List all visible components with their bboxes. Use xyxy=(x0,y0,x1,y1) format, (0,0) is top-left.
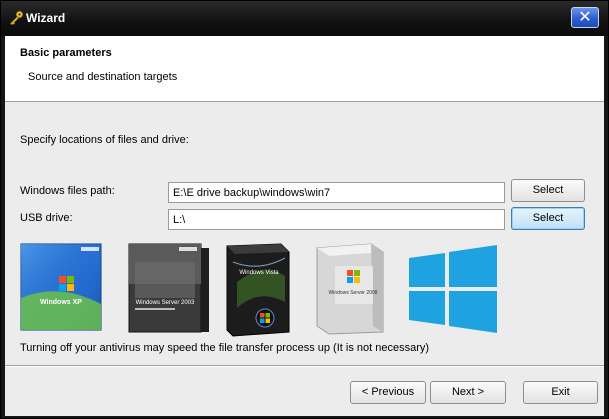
windows-server-2008-box: Windows Server 2008 xyxy=(316,243,384,335)
window-title: Wizard xyxy=(26,11,66,25)
header-panel: Basic parameters Source and destination … xyxy=(5,36,604,102)
svg-text:Windows Server 2003: Windows Server 2003 xyxy=(136,300,195,306)
instructions-text: Specify locations of files and drive: xyxy=(20,134,189,146)
wizard-client-area: Basic parameters Source and destination … xyxy=(5,36,604,416)
previous-button[interactable]: < Previous xyxy=(350,381,426,404)
windows-vista-box: Windows Vista xyxy=(226,243,290,337)
select-windows-path-button[interactable]: Select xyxy=(511,179,585,202)
close-button[interactable]: ✕ xyxy=(571,7,599,28)
product-images: Windows XP Windows Server 2003 Windows V… xyxy=(19,242,499,338)
svg-text:Windows Server 2008: Windows Server 2008 xyxy=(329,290,378,296)
title-bar[interactable]: Wizard ✕ xyxy=(1,1,608,36)
select-usb-drive-button[interactable]: Select xyxy=(511,207,585,230)
svg-text:Windows XP: Windows XP xyxy=(40,299,82,306)
usb-drive-input[interactable] xyxy=(168,209,505,230)
key-icon xyxy=(10,10,24,26)
svg-text:Windows Vista: Windows Vista xyxy=(239,270,279,276)
usb-drive-label: USB drive: xyxy=(20,212,73,224)
footer-divider xyxy=(5,365,604,367)
windows-8-logo xyxy=(409,245,497,333)
windows-path-input[interactable] xyxy=(168,182,505,203)
page-title: Basic parameters xyxy=(20,47,112,59)
antivirus-note: Turning off your antivirus may speed the… xyxy=(20,342,430,354)
wizard-window: Wizard ✕ Basic parameters Source and des… xyxy=(0,0,609,419)
windows-path-label: Windows files path: xyxy=(20,185,115,197)
windows-xp-box: Windows XP xyxy=(20,243,102,331)
page-subtitle: Source and destination targets xyxy=(28,71,178,83)
windows-server-2003-box: Windows Server 2003 xyxy=(128,243,209,333)
next-button[interactable]: Next > xyxy=(430,381,506,404)
exit-button[interactable]: Exit xyxy=(523,381,598,404)
